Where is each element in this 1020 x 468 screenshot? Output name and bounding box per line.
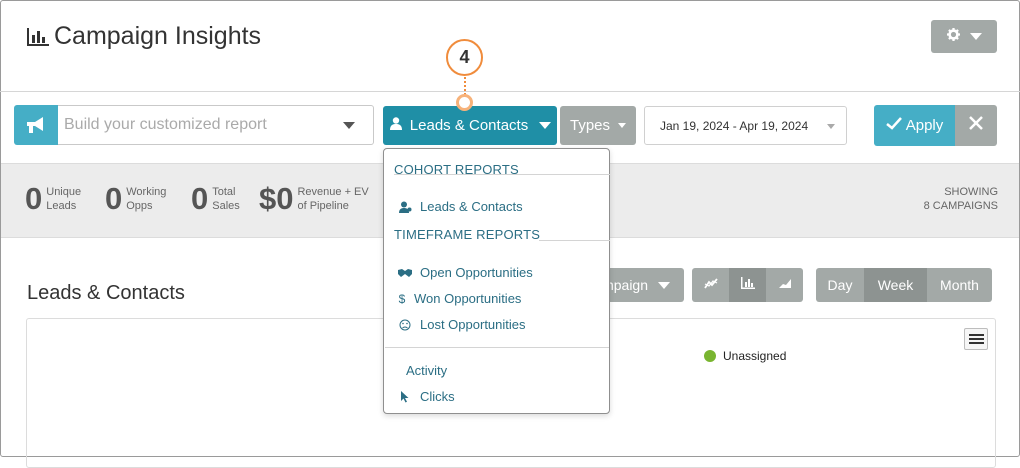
bar-chart-button[interactable] xyxy=(729,268,766,302)
stat-value: $0 xyxy=(259,181,294,216)
line-chart-icon xyxy=(703,276,718,294)
leads-contacts-dropdown-button[interactable]: Leads & Contacts xyxy=(383,106,557,145)
stat-revenue-pipeline: $0 Revenue + EV of Pipeline xyxy=(259,181,369,217)
period-week-button[interactable]: Week xyxy=(864,268,927,302)
chevron-down-icon[interactable] xyxy=(343,122,355,129)
menu-item-activity[interactable]: Activity xyxy=(406,363,447,378)
stat-label: Total Sales xyxy=(212,186,240,212)
hamburger-icon xyxy=(968,334,984,336)
bar-chart-icon xyxy=(27,27,49,46)
chevron-down-icon xyxy=(969,33,982,40)
showing-count: SHOWING 8 CAMPAIGNS xyxy=(923,186,998,212)
stat-label: Working Opps xyxy=(126,186,167,212)
leads-contacts-label: Leads & Contacts xyxy=(409,117,529,134)
period-month-button[interactable]: Month xyxy=(927,268,992,302)
cursor-icon xyxy=(398,390,412,403)
divider xyxy=(539,240,610,241)
divider xyxy=(385,347,609,348)
stat-value: 0 xyxy=(25,181,43,216)
clear-button[interactable] xyxy=(955,105,997,146)
section-title: Leads & Contacts xyxy=(27,282,185,304)
callout-target-dot xyxy=(456,94,473,111)
user-icon xyxy=(389,117,403,134)
area-chart-icon xyxy=(778,276,792,294)
stat-total-sales: 0 Total Sales xyxy=(191,181,240,217)
step-callout-badge: 4 xyxy=(446,39,483,76)
menu-item-leads-contacts[interactable]: Leads & Contacts xyxy=(398,199,523,214)
chevron-down-icon xyxy=(658,281,670,289)
menu-item-clicks[interactable]: Clicks xyxy=(398,389,455,404)
chart-legend[interactable]: Unassigned xyxy=(704,349,786,363)
callout-connector xyxy=(464,73,466,95)
users-icon xyxy=(398,201,412,213)
menu-item-label: Open Opportunities xyxy=(420,265,533,280)
dollar-icon: $ xyxy=(398,291,406,306)
chevron-down-icon xyxy=(827,124,835,129)
report-builder-input[interactable] xyxy=(58,105,374,145)
chevron-down-icon xyxy=(618,123,627,128)
report-type-dropdown-menu: COHORT REPORTS Leads & Contacts TIMEFRAM… xyxy=(383,148,610,414)
menu-item-open-opportunities[interactable]: Open Opportunities xyxy=(398,265,533,280)
apply-button[interactable]: Apply xyxy=(874,105,955,146)
menu-item-label: Leads & Contacts xyxy=(420,199,523,214)
line-chart-button[interactable] xyxy=(692,268,729,302)
stat-working-opps: 0 Working Opps xyxy=(105,181,166,217)
gear-icon xyxy=(946,27,960,46)
legend-label: Unassigned xyxy=(723,349,787,363)
header: Campaign Insights xyxy=(0,0,1020,92)
types-label: Types xyxy=(569,117,611,134)
page-title-text: Campaign Insights xyxy=(54,22,262,50)
stat-unique-leads: 0 Unique Leads xyxy=(25,181,81,217)
timeframe-reports-header: TIMEFRAME REPORTS xyxy=(394,227,541,242)
stat-label: Revenue + EV of Pipeline xyxy=(297,186,369,212)
stat-label: Unique Leads xyxy=(46,186,82,212)
page-title: Campaign Insights xyxy=(27,22,261,51)
chevron-down-icon xyxy=(539,122,552,129)
stat-value: 0 xyxy=(105,181,123,216)
chart-menu-button[interactable] xyxy=(964,328,988,350)
types-dropdown-button[interactable]: Types xyxy=(560,106,636,145)
apply-label: Apply xyxy=(905,117,944,134)
megaphone-icon xyxy=(14,105,58,145)
menu-item-won-opportunities[interactable]: $ Won Opportunities xyxy=(398,291,522,306)
menu-item-lost-opportunities[interactable]: Lost Opportunities xyxy=(398,317,526,332)
menu-item-label: Won Opportunities xyxy=(414,291,522,306)
frown-icon xyxy=(398,319,412,331)
chart-type-toggle xyxy=(692,268,803,302)
legend-dot xyxy=(704,350,716,362)
handshake-icon xyxy=(398,268,412,278)
period-toggle: Day Week Month xyxy=(816,268,992,302)
bar-chart-icon xyxy=(740,276,755,294)
menu-item-label: Lost Opportunities xyxy=(420,317,526,332)
menu-item-label: Clicks xyxy=(420,389,455,404)
period-day-button[interactable]: Day xyxy=(816,268,864,302)
close-icon xyxy=(969,116,983,135)
settings-button[interactable] xyxy=(931,20,997,53)
stat-value: 0 xyxy=(191,181,209,216)
divider xyxy=(394,174,610,175)
menu-item-label: Activity xyxy=(406,363,448,378)
date-range-value: Jan 19, 2024 - Apr 19, 2024 xyxy=(660,118,809,133)
check-icon xyxy=(885,117,902,134)
date-range-picker[interactable]: Jan 19, 2024 - Apr 19, 2024 xyxy=(644,106,847,145)
area-chart-button[interactable] xyxy=(766,268,803,302)
